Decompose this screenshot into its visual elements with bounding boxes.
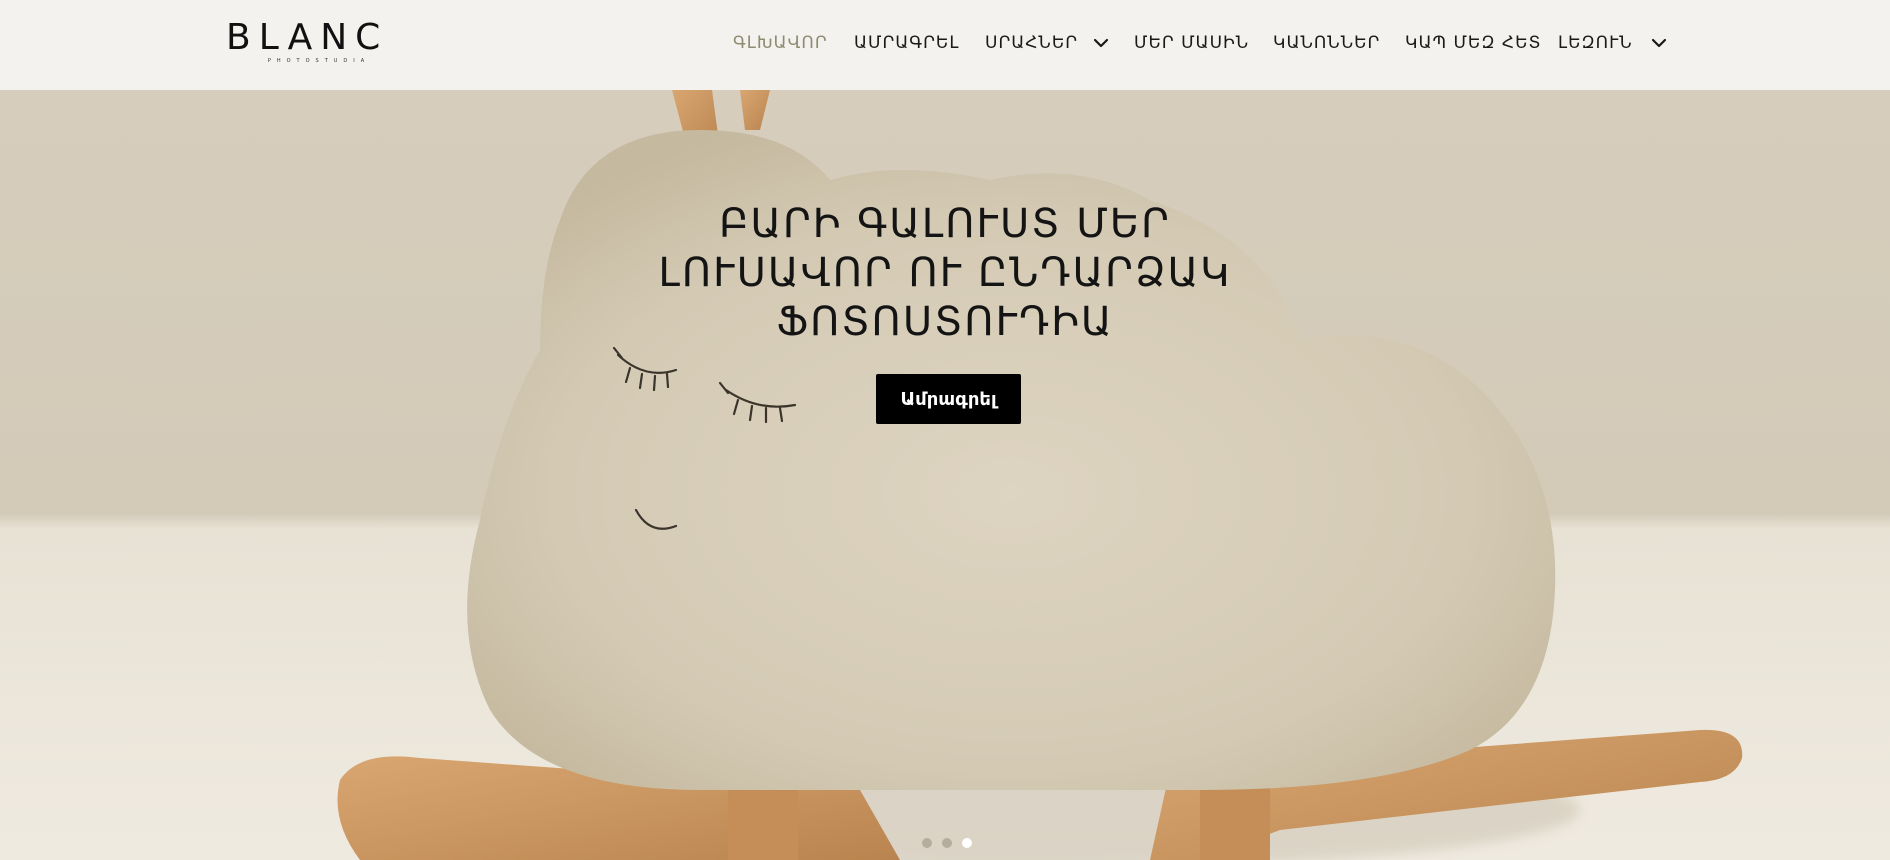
slider-dot[interactable] xyxy=(922,838,932,848)
nav-item-booking[interactable]: ԱՄՐԱԳՐԵԼ xyxy=(854,31,959,55)
nav-item-about[interactable]: ՄԵՐ ՄԱՍԻՆ xyxy=(1134,31,1249,55)
hero-title-line: ԲԱՐԻ ԳԱԼՈՒՍՏ ՄԵՐ xyxy=(719,201,1171,247)
hero-title: ԲԱՐԻ ԳԱԼՈՒՍՏ ՄԵՐ ԼՈՒՍԱՎՈՐ ՈՒ ԸՆԴԱՐՁԱԿ ՖՈ… xyxy=(645,200,1245,347)
chevron-down-icon[interactable] xyxy=(1650,34,1668,52)
nav-item-contact[interactable]: ԿԱՊ ՄԵԶ ՀԵՏ xyxy=(1405,31,1542,55)
chevron-down-icon[interactable] xyxy=(1092,34,1110,52)
book-now-button[interactable]: Ամրագրել xyxy=(876,374,1021,424)
slider-dot[interactable] xyxy=(942,838,952,848)
slider-pagination xyxy=(922,838,972,850)
site-header: BLANC PHOTOSTUDIA ԳԼԽԱՎՈՐ ԱՄՐԱԳՐԵԼ ՍՐԱՀՆ… xyxy=(0,0,1890,90)
nav-item-language[interactable]: ԼԵԶՈՒՆ xyxy=(1558,31,1633,55)
hero-title-line: ՖՈՏՈՍՏՈՒԴԻԱ xyxy=(776,299,1114,345)
hero-slider: ԲԱՐԻ ԳԱԼՈՒՍՏ ՄԵՐ ԼՈՒՍԱՎՈՐ ՈՒ ԸՆԴԱՐՁԱԿ ՖՈ… xyxy=(0,90,1890,860)
nav-item-home[interactable]: ԳԼԽԱՎՈՐ xyxy=(733,31,828,55)
nav-item-rules[interactable]: ԿԱՆՈՆՆԵՐ xyxy=(1273,31,1380,55)
main-nav: ԳԼԽԱՎՈՐ ԱՄՐԱԳՐԵԼ ՍՐԱՀՆԵՐ ՄԵՐ ՄԱՍԻՆ ԿԱՆՈՆ… xyxy=(0,0,1890,90)
nav-item-halls[interactable]: ՍՐԱՀՆԵՐ xyxy=(985,31,1078,55)
hero-title-line: ԼՈՒՍԱՎՈՐ ՈՒ ԸՆԴԱՐՁԱԿ xyxy=(658,250,1232,296)
slider-dot-active[interactable] xyxy=(962,838,972,848)
